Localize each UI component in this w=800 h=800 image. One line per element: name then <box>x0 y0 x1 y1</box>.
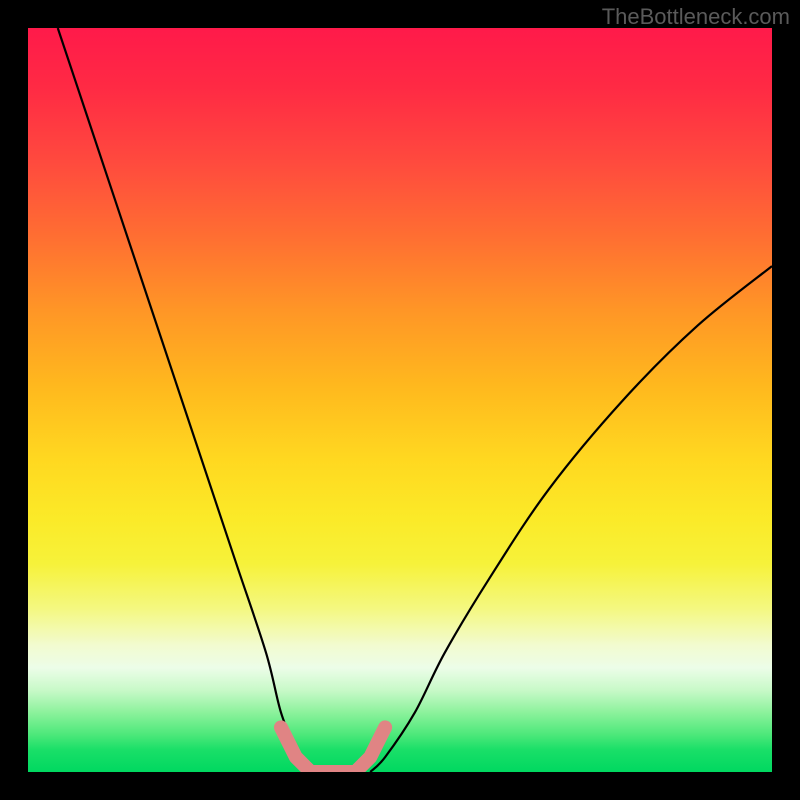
chart-svg <box>28 28 772 772</box>
curve-left <box>58 28 311 772</box>
highlight-band <box>281 727 385 772</box>
curve-right <box>370 266 772 772</box>
plot-area <box>28 28 772 772</box>
watermark-text: TheBottleneck.com <box>602 4 790 30</box>
